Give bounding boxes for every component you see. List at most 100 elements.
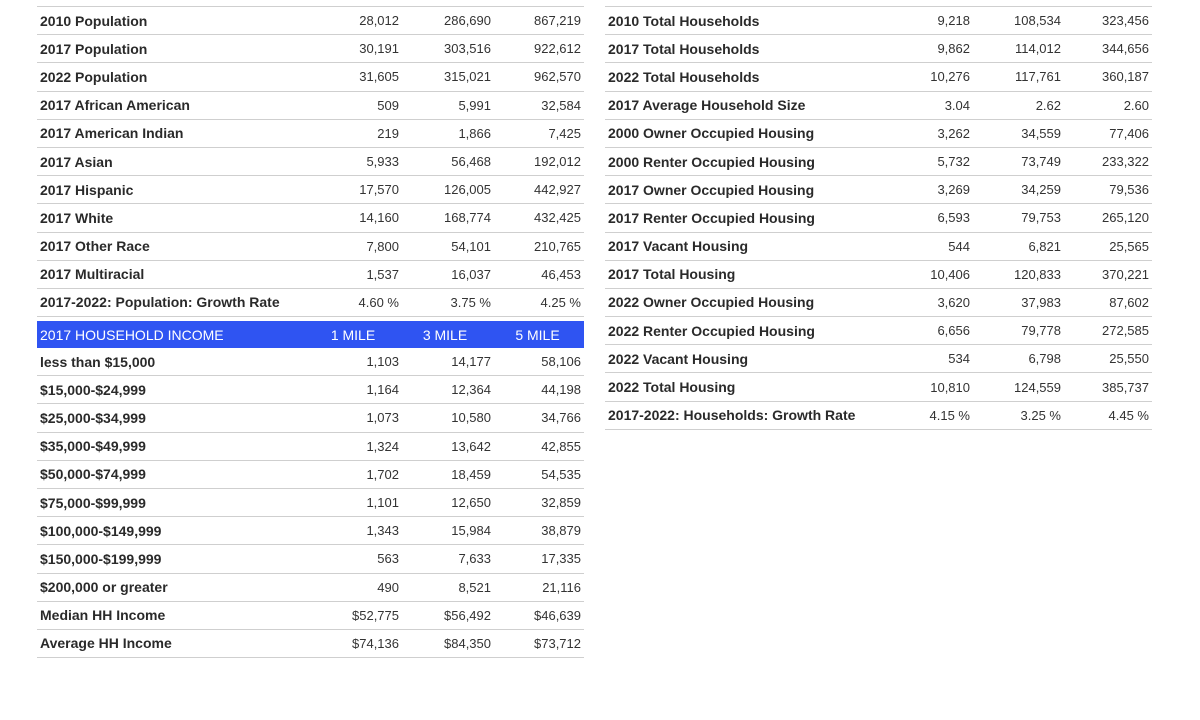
population-row: 2017 Asian 5,933 56,468 192,012	[37, 147, 584, 177]
row-label: Average HH Income	[37, 629, 307, 659]
value-1-mile: 30,191	[307, 34, 399, 64]
value-1-mile: 9,218	[880, 6, 970, 36]
row-label: 2022 Vacant Housing	[605, 344, 880, 374]
row-label: 2017-2022: Households: Growth Rate	[605, 401, 880, 430]
value-5-mile: 25,565	[1061, 232, 1152, 261]
income-header-5-mile: 5 MILE	[491, 321, 584, 348]
row-label: $50,000-$74,999	[37, 460, 307, 489]
value-1-mile: 31,605	[307, 62, 399, 92]
row-label: 2017 Vacant Housing	[605, 232, 880, 261]
value-5-mile: 370,221	[1061, 260, 1152, 289]
row-label: $15,000-$24,999	[37, 375, 307, 405]
row-label: 2017 Owner Occupied Housing	[605, 175, 880, 205]
value-5-mile: 4.45 %	[1061, 401, 1152, 430]
population-row: 2022 Population 31,605 315,021 962,570	[37, 62, 584, 92]
income-header-title: 2017 HOUSEHOLD INCOME	[37, 321, 307, 348]
value-1-mile: 1,164	[307, 375, 399, 405]
households-table: 2010 Total Households 9,218 108,534 323,456…	[605, 6, 1152, 430]
value-5-mile: 432,425	[491, 203, 584, 233]
value-5-mile: 360,187	[1061, 62, 1152, 92]
value-3-mile: 3.25 %	[970, 401, 1061, 430]
row-label: 2010 Total Households	[605, 6, 880, 36]
row-label: $75,000-$99,999	[37, 488, 307, 518]
value-3-mile: 56,468	[399, 147, 491, 177]
value-3-mile: 6,821	[970, 232, 1061, 261]
households-row: 2022 Renter Occupied Housing 6,656 79,778 2…	[605, 316, 1152, 346]
value-1-mile: 5,732	[880, 147, 970, 177]
value-1-mile: 534	[880, 344, 970, 374]
value-1-mile: 28,012	[307, 6, 399, 36]
income-row: $100,000-$149,999 1,343 15,984 38,879	[37, 516, 584, 546]
population-row: 2017 Hispanic 17,570 126,005 442,927	[37, 175, 584, 205]
value-5-mile: 87,602	[1061, 288, 1152, 318]
value-3-mile: 168,774	[399, 203, 491, 233]
value-5-mile: 265,120	[1061, 203, 1152, 233]
value-1-mile: 1,343	[307, 516, 399, 546]
value-3-mile: 8,521	[399, 573, 491, 602]
household-income-header: 2017 HOUSEHOLD INCOME 1 MILE 3 MILE 5 MI…	[37, 321, 584, 348]
value-3-mile: 120,833	[970, 260, 1061, 289]
value-5-mile: 54,535	[491, 460, 584, 489]
value-5-mile: 210,765	[491, 232, 584, 261]
value-5-mile: 46,453	[491, 260, 584, 289]
value-3-mile: 6,798	[970, 344, 1061, 374]
value-3-mile: 7,633	[399, 544, 491, 574]
value-1-mile: 3,269	[880, 175, 970, 205]
value-1-mile: 10,276	[880, 62, 970, 92]
value-3-mile: 73,749	[970, 147, 1061, 177]
income-header-1-mile: 1 MILE	[307, 321, 399, 348]
row-label: 2017 African American	[37, 91, 307, 120]
value-3-mile: 2.62	[970, 91, 1061, 120]
value-1-mile: 1,103	[307, 348, 399, 377]
row-label: 2017 Renter Occupied Housing	[605, 203, 880, 233]
value-1-mile: 14,160	[307, 203, 399, 233]
row-label: 2022 Total Housing	[605, 372, 880, 402]
value-3-mile: 16,037	[399, 260, 491, 289]
value-3-mile: 10,580	[399, 403, 491, 433]
value-3-mile: 5,991	[399, 91, 491, 120]
household-income-table: 2017 HOUSEHOLD INCOME 1 MILE 3 MILE 5 MI…	[37, 321, 584, 659]
households-row: 2000 Renter Occupied Housing 5,732 73,749 2…	[605, 147, 1152, 177]
income-row: $50,000-$74,999 1,702 18,459 54,535	[37, 460, 584, 489]
row-label: 2022 Total Households	[605, 62, 880, 92]
row-label: $25,000-$34,999	[37, 403, 307, 433]
value-1-mile: 1,101	[307, 488, 399, 518]
households-row: 2017-2022: Households: Growth Rate 4.15 %…	[605, 401, 1152, 430]
value-3-mile: 12,650	[399, 488, 491, 518]
value-1-mile: 17,570	[307, 175, 399, 205]
row-label: 2017 Hispanic	[37, 175, 307, 205]
value-3-mile: 14,177	[399, 348, 491, 377]
value-5-mile: 21,116	[491, 573, 584, 602]
row-label: 2017 White	[37, 203, 307, 233]
value-5-mile: 32,859	[491, 488, 584, 518]
value-5-mile: 7,425	[491, 119, 584, 148]
value-5-mile: 922,612	[491, 34, 584, 64]
value-3-mile: $84,350	[399, 629, 491, 659]
households-row: 2000 Owner Occupied Housing 3,262 34,559 77…	[605, 119, 1152, 148]
value-1-mile: $52,775	[307, 601, 399, 630]
value-5-mile: 344,656	[1061, 34, 1152, 64]
value-3-mile: 303,516	[399, 34, 491, 64]
row-label: 2010 Population	[37, 6, 307, 36]
row-label: 2017 Multiracial	[37, 260, 307, 289]
households-row: 2017 Average Household Size 3.04 2.62 2.60	[605, 91, 1152, 120]
row-label: 2022 Owner Occupied Housing	[605, 288, 880, 318]
value-1-mile: 10,810	[880, 372, 970, 402]
value-1-mile: 5,933	[307, 147, 399, 177]
value-5-mile: $73,712	[491, 629, 584, 659]
value-3-mile: 34,259	[970, 175, 1061, 205]
value-1-mile: 219	[307, 119, 399, 148]
value-1-mile: 7,800	[307, 232, 399, 261]
income-row: $35,000-$49,999 1,324 13,642 42,855	[37, 432, 584, 461]
households-row: 2017 Owner Occupied Housing 3,269 34,259 79…	[605, 175, 1152, 205]
households-row: 2017 Total Households 9,862 114,012 344,656	[605, 34, 1152, 64]
income-row: $200,000 or greater 490 8,521 21,116	[37, 573, 584, 602]
households-row: 2022 Total Households 10,276 117,761 360,18…	[605, 62, 1152, 92]
households-rows: 2010 Total Households 9,218 108,534 323,456…	[605, 6, 1152, 430]
population-row: 2017 American Indian 219 1,866 7,425	[37, 119, 584, 148]
value-5-mile: 323,456	[1061, 6, 1152, 36]
value-3-mile: 126,005	[399, 175, 491, 205]
income-header-3-mile: 3 MILE	[399, 321, 491, 348]
households-row: 2017 Renter Occupied Housing 6,593 79,753 2…	[605, 203, 1152, 233]
income-row: $25,000-$34,999 1,073 10,580 34,766	[37, 403, 584, 433]
